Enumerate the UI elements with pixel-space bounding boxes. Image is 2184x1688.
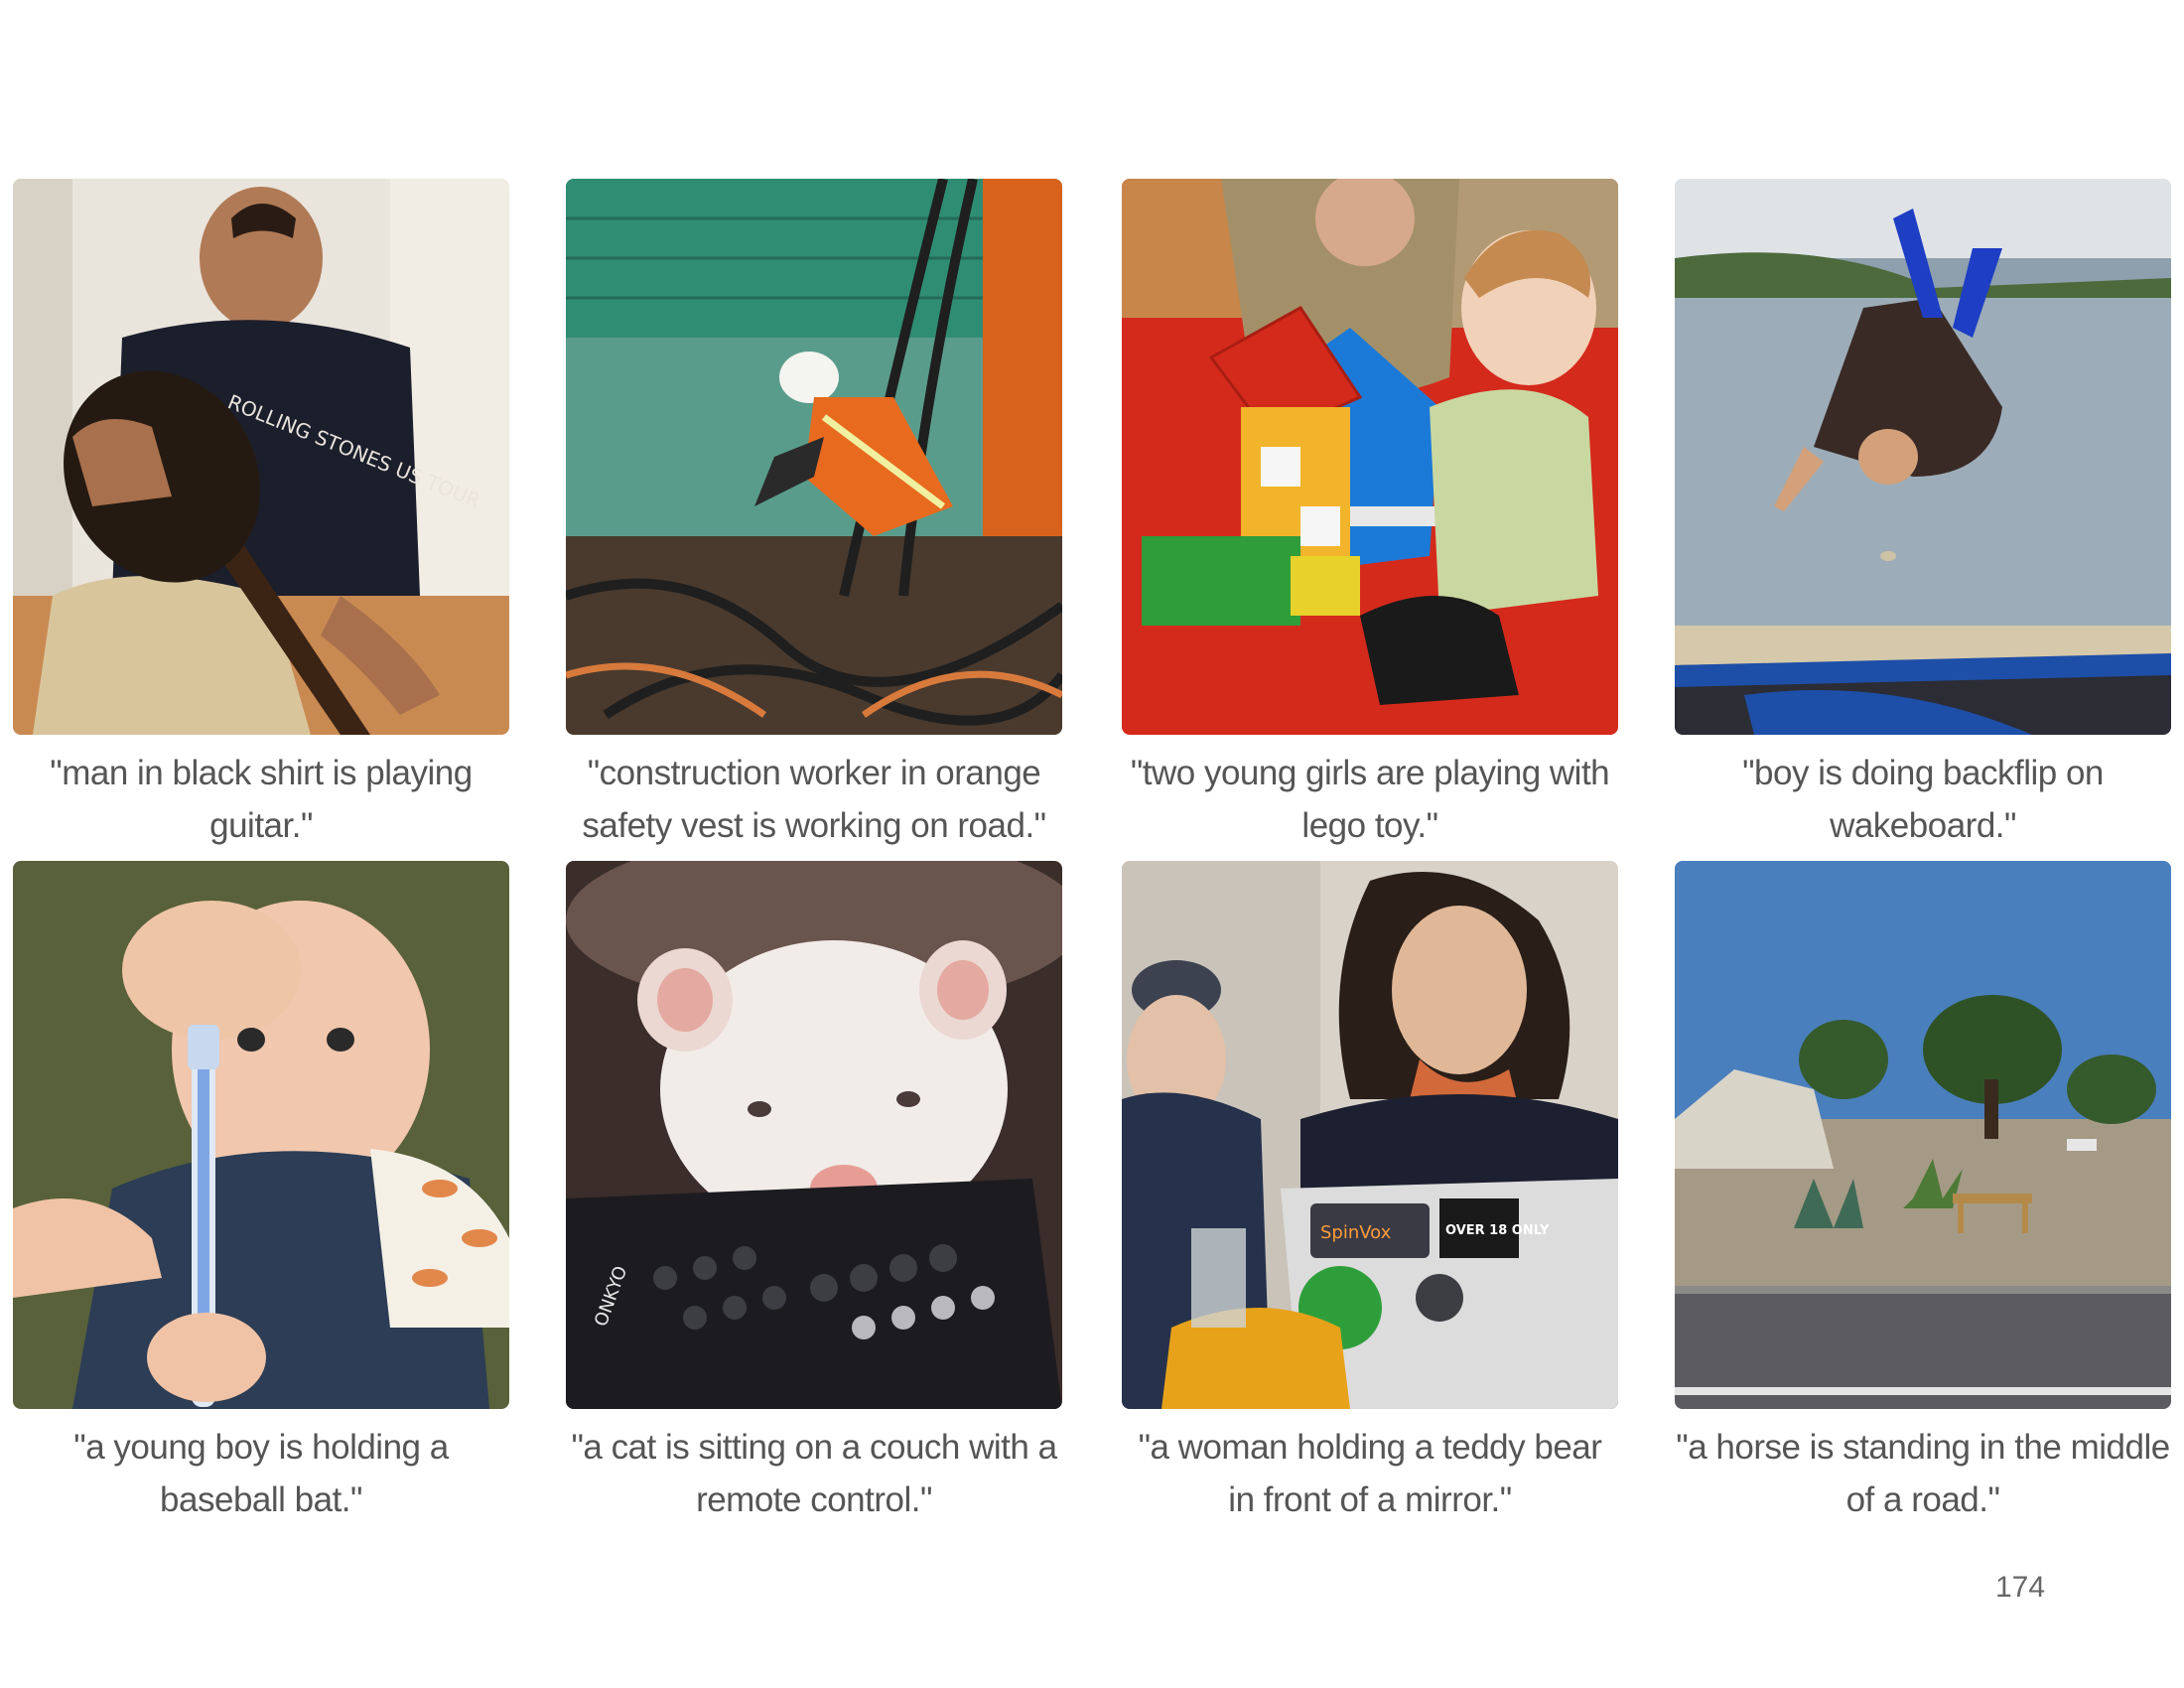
photo-child-with-lego — [1122, 179, 1618, 735]
caption: "a cat is sitting on a couch with a remo… — [571, 1428, 1057, 1519]
photo-tile-baby: "a young boy is holding a baseball bat." — [13, 861, 509, 1526]
photo-construction-worker — [566, 179, 1062, 735]
caption: "construction worker in orange safety ve… — [582, 754, 1046, 845]
photo-tile-lego: "two young girls are playing with lego t… — [1122, 179, 1618, 852]
caption: "two young girls are playing with lego t… — [1130, 754, 1610, 845]
caption: "man in black shirt is playing guitar." — [50, 754, 473, 845]
photo-tile-construction: "construction worker in orange safety ve… — [566, 179, 1062, 852]
photo-baby-with-toothbrush — [13, 861, 509, 1409]
photo-tile-laptop: SpinVox OVER 18 ONLY "a woman holding a … — [1122, 861, 1618, 1526]
over-18-sticker: OVER 18 ONLY — [1445, 1223, 1550, 1238]
photo-tile-guitar: ROLLING STONES US TOUR "man in black shi… — [13, 179, 509, 852]
spinvox-sticker: SpinVox — [1320, 1222, 1392, 1243]
photo-people-with-laptop: SpinVox OVER 18 ONLY — [1122, 861, 1618, 1409]
photo-tile-road: "a horse is standing in the middle of a … — [1675, 861, 2171, 1526]
caption: "a woman holding a teddy bear in front o… — [1138, 1428, 1602, 1519]
photo-tile-backflip: "boy is doing backflip on wakeboard." — [1675, 179, 2171, 852]
caption: "boy is doing backflip on wakeboard." — [1742, 754, 2104, 845]
caption: "a horse is standing in the middle of a … — [1676, 1428, 2170, 1519]
photo-ferret-on-remote: ONKYO — [566, 861, 1062, 1409]
caption: "a young boy is holding a baseball bat." — [73, 1428, 449, 1519]
photo-man-playing-guitar: ROLLING STONES US TOUR — [13, 179, 509, 735]
photo-backflip-trampoline — [1675, 179, 2171, 735]
photo-tile-ferret: ONKYO "a cat is sitting on a couch with … — [566, 861, 1062, 1526]
page-number: 174 — [1995, 1571, 2046, 1604]
photo-roadside-landscape — [1675, 861, 2171, 1409]
